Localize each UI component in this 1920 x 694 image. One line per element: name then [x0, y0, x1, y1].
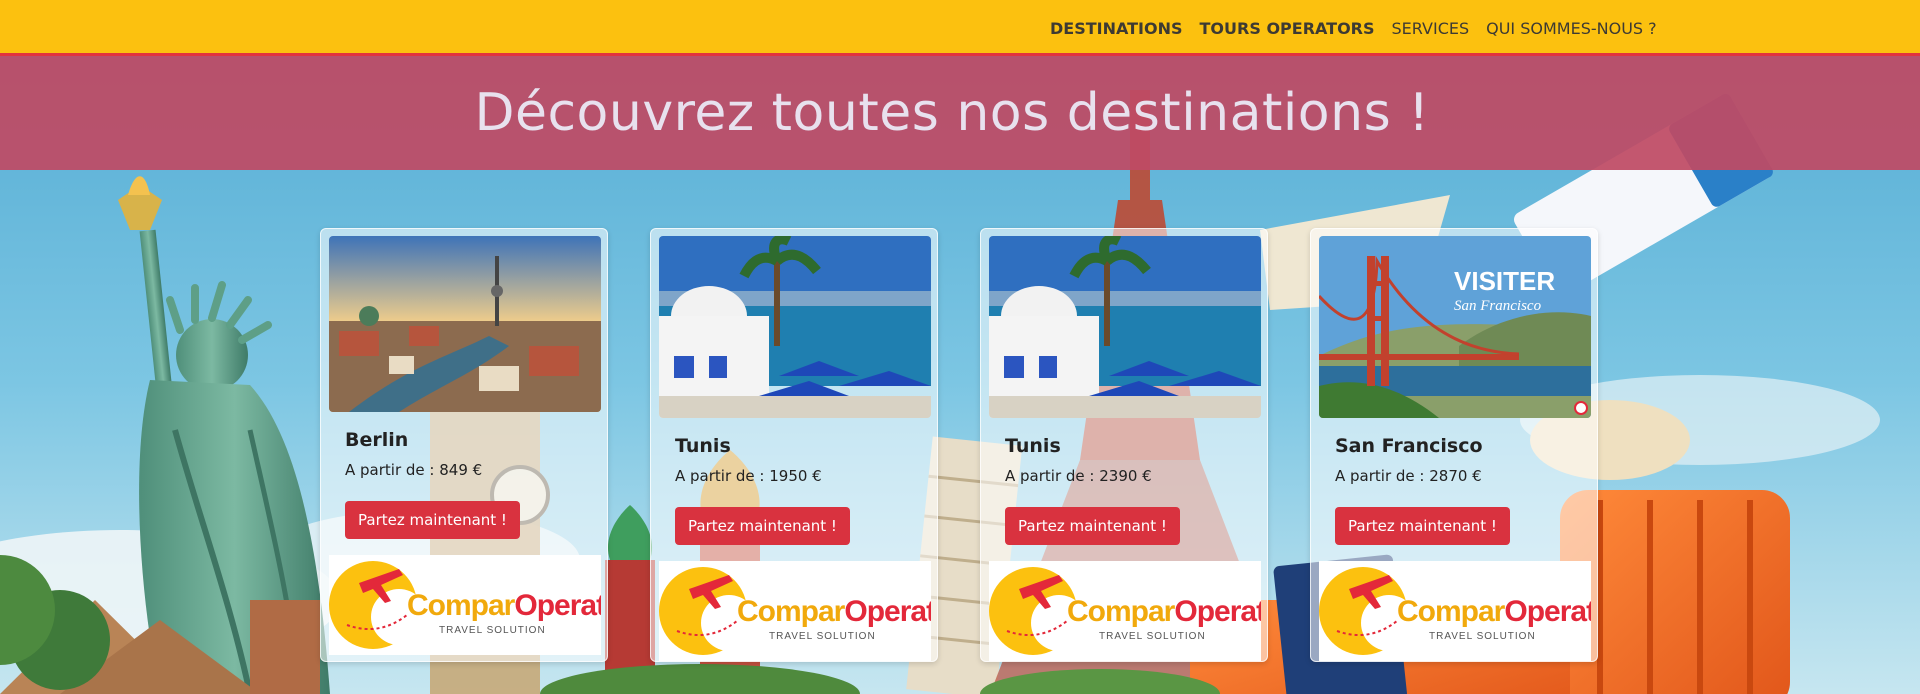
destination-photo-san-francisco: VISITER San Francisco: [1319, 236, 1591, 418]
destination-photo-berlin: [329, 236, 601, 412]
logo-tagline: TRAVEL SOLUTION: [769, 631, 876, 642]
logo-wordmark: ComparOperator: [737, 595, 931, 628]
photo-caption-visiter: VISITER: [1454, 266, 1555, 296]
logo-tagline: TRAVEL SOLUTION: [439, 625, 546, 636]
hero-banner: Découvrez toutes nos destinations !: [0, 56, 1920, 170]
logo-tagline: TRAVEL SOLUTION: [1099, 631, 1206, 642]
card-price: A partir de : 2390 €: [1005, 467, 1152, 485]
nav-link-services[interactable]: SERVICES: [1392, 19, 1470, 38]
destination-card-tunis-2: Tunis A partir de : 2390 € Partez mainte…: [980, 228, 1268, 662]
partez-maintenant-button[interactable]: Partez maintenant !: [1335, 507, 1510, 545]
card-title: San Francisco: [1335, 435, 1483, 457]
logo-wordmark: ComparOperator: [1067, 595, 1261, 628]
destination-card-san-francisco: VISITER San Francisco San Francisco A pa…: [1310, 228, 1598, 662]
comparoperator-logo: ComparOperator TRAVEL SOLUTION: [659, 561, 931, 661]
card-price: A partir de : 1950 €: [675, 467, 822, 485]
comparoperator-logo: ComparOperator TRAVEL SOLUTION: [989, 561, 1261, 661]
card-title: Tunis: [675, 435, 731, 457]
card-price: A partir de : 849 €: [345, 461, 483, 479]
photo-caption-san-francisco: San Francisco: [1454, 298, 1542, 314]
comparoperator-logo: ComparOperator TRAVEL SOLUTION: [329, 555, 601, 655]
partez-maintenant-button[interactable]: Partez maintenant !: [675, 507, 850, 545]
logo-wordmark: ComparOperator: [1397, 595, 1591, 628]
logo-tagline: TRAVEL SOLUTION: [1429, 631, 1536, 642]
nav-link-destinations[interactable]: DESTINATIONS: [1050, 19, 1183, 38]
logo-wordmark: ComparOperator: [407, 589, 601, 622]
nav-link-qui-sommes-nous[interactable]: QUI SOMMES-NOUS ?: [1486, 19, 1657, 38]
card-price: A partir de : 2870 €: [1335, 467, 1482, 485]
partez-maintenant-button[interactable]: Partez maintenant !: [345, 501, 520, 539]
comparoperator-logo: ComparOperator TRAVEL SOLUTION: [1319, 561, 1591, 661]
partez-maintenant-button[interactable]: Partez maintenant !: [1005, 507, 1180, 545]
page-title: Découvrez toutes nos destinations !: [474, 83, 1430, 143]
destination-photo-tunis: [989, 236, 1261, 418]
card-title: Tunis: [1005, 435, 1061, 457]
nav-link-tours-operators[interactable]: TOURS OPERATORS: [1200, 19, 1375, 38]
top-navigation-bar: DESTINATIONS TOURS OPERATORS SERVICES QU…: [0, 0, 1920, 56]
destination-card-berlin: Berlin A partir de : 849 € Partez mainte…: [320, 228, 608, 662]
destination-card-tunis-1: Tunis A partir de : 1950 € Partez mainte…: [650, 228, 938, 662]
card-title: Berlin: [345, 429, 409, 451]
main-nav: DESTINATIONS TOURS OPERATORS SERVICES QU…: [1050, 0, 1674, 56]
destination-photo-tunis: [659, 236, 931, 418]
